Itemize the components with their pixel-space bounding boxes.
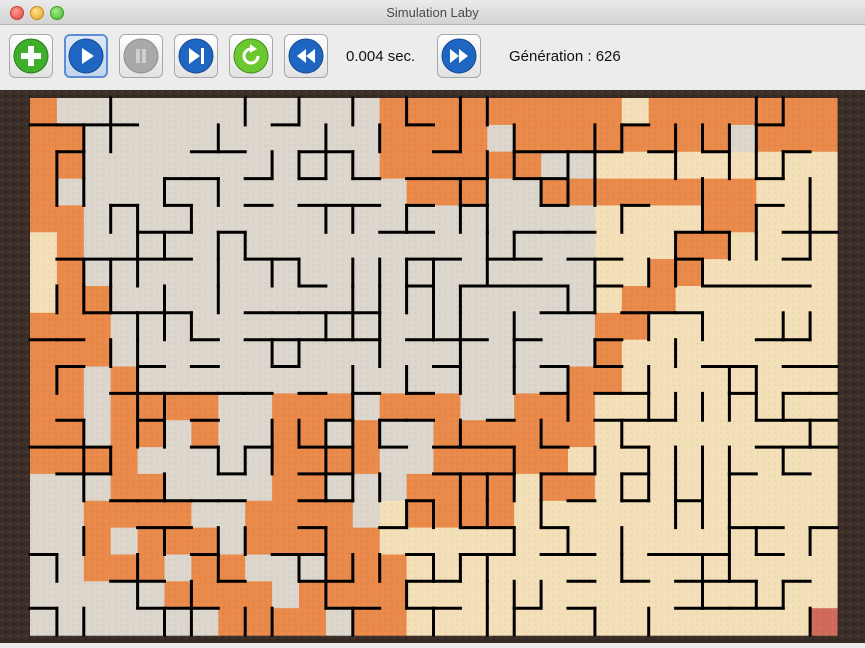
faster-button[interactable]	[437, 34, 481, 78]
delay-label: 0.004 sec.	[346, 48, 416, 65]
maze-area	[0, 90, 865, 643]
fast-forward-icon	[441, 38, 477, 74]
refresh-icon	[233, 38, 269, 74]
reset-button[interactable]	[229, 34, 273, 78]
plus-icon	[13, 38, 49, 74]
rewind-icon	[288, 38, 324, 74]
add-button[interactable]	[9, 34, 53, 78]
app-window: Simulation Laby 0.004 sec. Génération: …	[0, 0, 865, 643]
pause-icon	[123, 38, 159, 74]
title-bar: Simulation Laby	[0, 0, 865, 25]
maze-canvas	[0, 90, 865, 643]
step-forward-button[interactable]	[174, 34, 218, 78]
step-forward-icon	[178, 38, 214, 74]
window-title: Simulation Laby	[386, 5, 479, 20]
slower-button[interactable]	[284, 34, 328, 78]
play-button[interactable]	[64, 34, 108, 78]
play-icon	[68, 38, 104, 74]
pause-button[interactable]	[119, 34, 163, 78]
toolbar: 0.004 sec. Génération : 626	[0, 25, 865, 90]
generation-label: Génération : 626	[509, 48, 621, 65]
